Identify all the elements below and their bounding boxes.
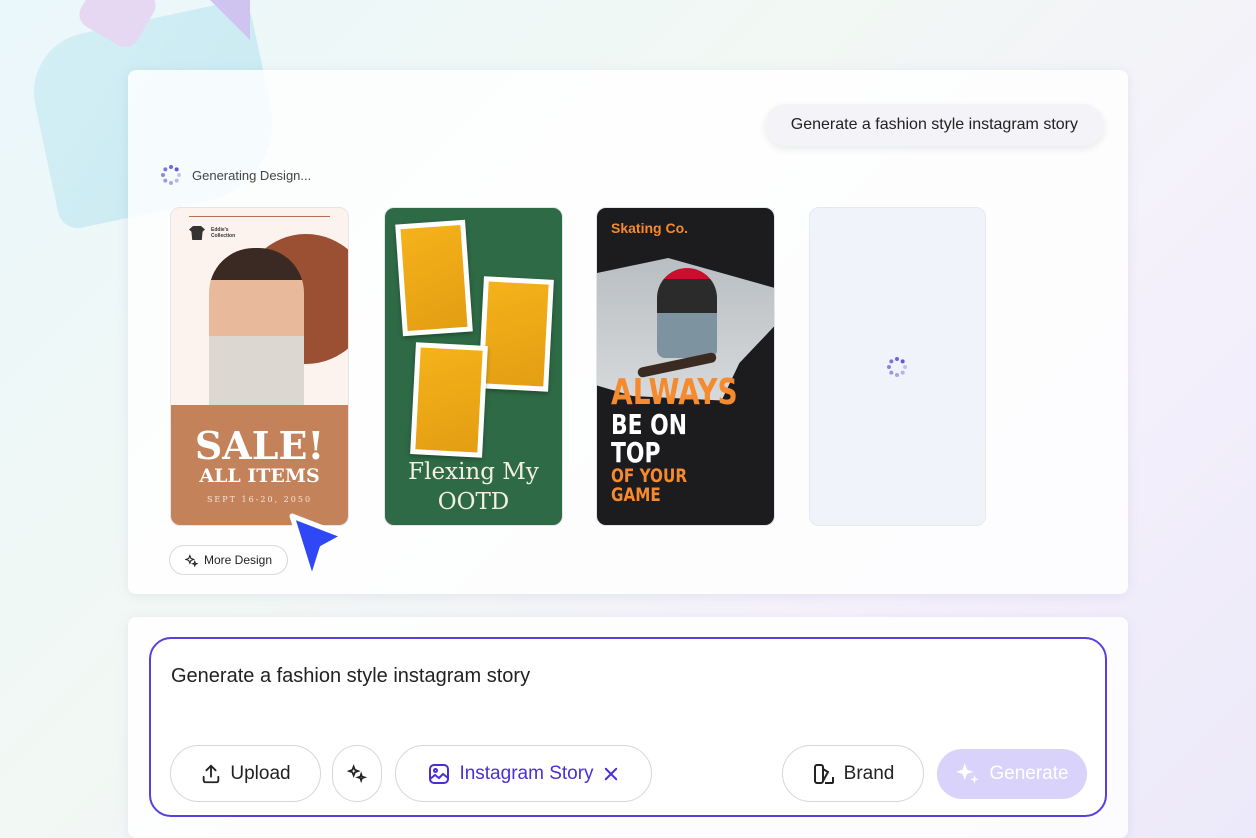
spinner-dot xyxy=(177,173,181,177)
photo-frame xyxy=(410,342,488,458)
cursor-pointer-icon xyxy=(289,513,347,583)
design-card-sale[interactable]: Eddie's Collection SALE! ALL ITEMS SEPT … xyxy=(170,207,349,526)
sparkle-icon xyxy=(185,553,198,567)
upload-label: Upload xyxy=(230,762,291,784)
model-photo xyxy=(209,248,304,408)
brand-name: Skating Co. xyxy=(611,220,689,236)
prompt-input-value[interactable]: Generate a fashion style instagram story xyxy=(171,665,530,688)
spinner-dot xyxy=(895,357,899,361)
slogan-line: OF YOUR GAME xyxy=(611,465,688,506)
loading-spinner-icon xyxy=(160,164,182,186)
slogan-line: BE ON TOP xyxy=(611,408,688,469)
generate-button[interactable]: Generate xyxy=(937,749,1087,799)
spinner-dot xyxy=(169,165,173,169)
generating-status: Generating Design... xyxy=(160,164,311,186)
brand-label: Brand xyxy=(843,762,895,784)
enhance-prompt-button[interactable] xyxy=(332,745,382,802)
composer-panel: Generate a fashion style instagram story… xyxy=(128,617,1128,838)
spinner-dot xyxy=(887,365,891,369)
design-card-skating[interactable]: Skating Co. ALWAYS BE ON TOP OF YOUR GAM… xyxy=(596,207,775,526)
sparkle-icon xyxy=(955,761,981,787)
dates: SEPT 16-20, 2050 xyxy=(206,495,313,504)
photo-frame xyxy=(478,276,554,392)
sale-band: SALE! ALL ITEMS SEPT 16-20, 2050 xyxy=(171,405,348,525)
design-card-loading xyxy=(809,207,986,526)
prompt-input[interactable]: Generate a fashion style instagram story… xyxy=(149,637,1107,817)
upload-button[interactable]: Upload xyxy=(170,745,321,802)
spinner-dot xyxy=(903,365,907,369)
more-design-label: More Design xyxy=(204,553,273,567)
title-line: OOTD xyxy=(437,489,510,515)
status-text: Generating Design... xyxy=(192,167,312,183)
sparkle-icon xyxy=(347,763,367,784)
user-prompt-bubble: Generate a fashion style instagram story xyxy=(764,104,1104,146)
divider xyxy=(189,216,330,217)
spinner-dot xyxy=(895,373,899,377)
photo-frame xyxy=(395,219,473,337)
title-line: Flexing My xyxy=(408,459,539,485)
spinner-dot xyxy=(169,181,173,185)
brand-kit-icon xyxy=(812,762,836,786)
brand-button[interactable]: Brand xyxy=(782,745,924,802)
spinner-dot xyxy=(889,370,894,375)
spinner-dot xyxy=(163,178,168,183)
design-card-ootd[interactable]: Flexing My OOTD xyxy=(384,207,563,526)
spinner-dot xyxy=(174,167,179,172)
headline: SALE! xyxy=(194,423,325,468)
spinner-dot xyxy=(900,370,905,375)
spinner-dot xyxy=(161,173,165,177)
upload-icon xyxy=(200,763,222,785)
slogan-line: ALWAYS xyxy=(611,372,738,413)
subhead: ALL ITEMS xyxy=(199,465,320,487)
shirt-icon xyxy=(189,226,205,240)
spinner-dot xyxy=(174,178,179,183)
brand-logo: Eddie's Collection xyxy=(189,226,245,240)
ootd-title: Flexing My OOTD xyxy=(385,457,562,517)
image-icon xyxy=(427,762,451,786)
more-design-button[interactable]: More Design xyxy=(169,545,289,575)
spinner-dot xyxy=(900,359,905,364)
format-chip-instagram-story[interactable]: Instagram Story xyxy=(395,745,652,802)
format-chip-label: Instagram Story xyxy=(459,762,594,784)
close-icon[interactable] xyxy=(602,765,620,783)
chat-panel: Generate a fashion style instagram story… xyxy=(128,70,1128,594)
spinner-dot xyxy=(163,167,168,172)
loading-spinner-icon xyxy=(886,356,908,378)
brand-name: Eddie's Collection xyxy=(211,227,236,239)
slogan: ALWAYS BE ON TOP OF YOUR GAME xyxy=(611,375,774,505)
skater-photo xyxy=(657,268,717,358)
generate-label: Generate xyxy=(989,763,1069,784)
spinner-dot xyxy=(889,359,894,364)
